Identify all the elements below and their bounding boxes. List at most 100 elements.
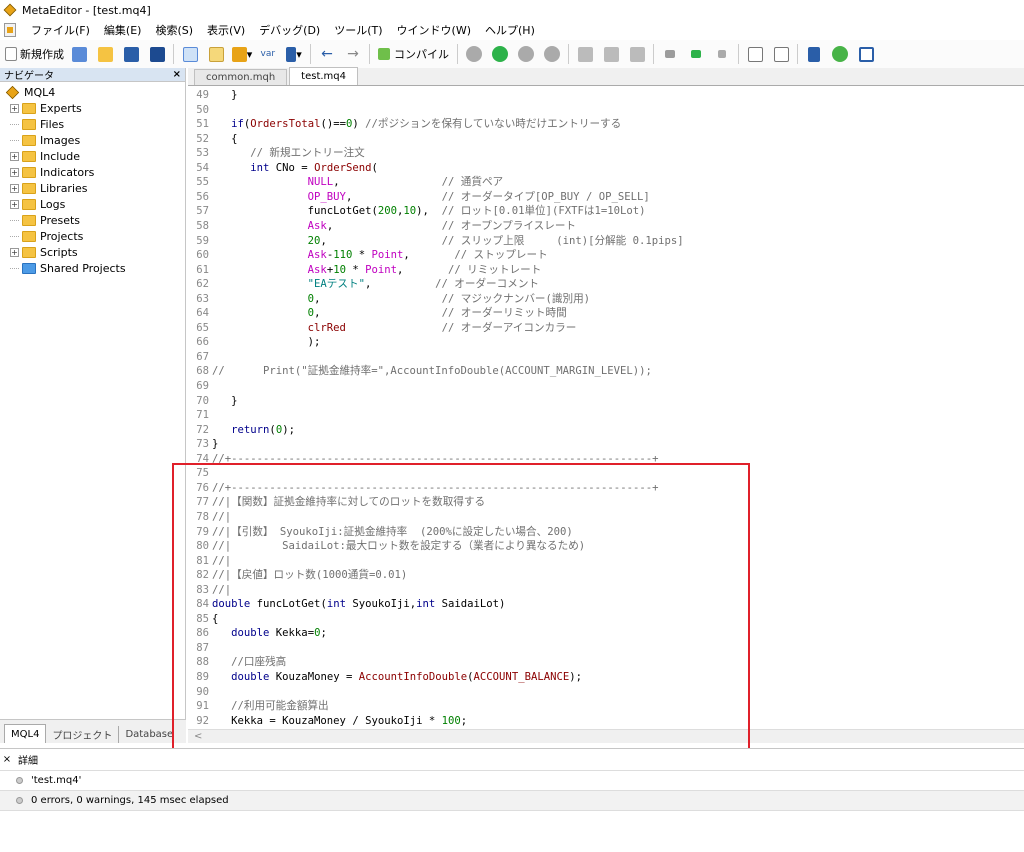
code-line[interactable]: 68// Print("証拠金維持率=",AccountInfoDouble(A… [188,364,1024,378]
code-line[interactable]: 81//| [188,554,1024,568]
menu-view[interactable]: 表示(V) [200,22,252,38]
code-line[interactable]: 77//|【関数】証拠金維持率に対してのロットを数取得する [188,495,1024,509]
code-line[interactable]: 59 20, // スリップ上限 (int)[分解能 0.1pips] [188,234,1024,248]
tree-item-presets[interactable]: Presets [0,212,185,228]
code-line[interactable]: 56 OP_BUY, // オーダータイプ[OP_BUY / OP_SELL] [188,190,1024,204]
code-line[interactable]: 65 clrRed // オーダーアイコンカラー [188,321,1024,335]
code-line[interactable]: 61 Ask+10 * Point, // リミットレート [188,263,1024,277]
code-line[interactable]: 74//+-----------------------------------… [188,452,1024,466]
code-line[interactable]: 60 Ask-110 * Point, // ストップレート [188,248,1024,262]
expand-icon[interactable]: + [10,199,19,209]
stop-profiling-button[interactable] [711,43,733,65]
code-line[interactable]: 79//|【引数】 SyoukoIji:証拠金維持率 (200%に設定したい場合… [188,525,1024,539]
toolbox-close-button[interactable]: × [0,754,14,765]
code-line[interactable]: 80//| SaidaiLot:最大ロット数を設定する（業者により異なるため) [188,539,1024,553]
message-row[interactable]: 0 errors, 0 warnings, 145 msec elapsed [0,791,1024,811]
tab-common-mqh[interactable]: common.mqh [194,69,288,85]
code-line[interactable]: 67 [188,350,1024,364]
code-line[interactable]: 89 double KouzaMoney = AccountInfoDouble… [188,670,1024,684]
code-line[interactable]: 78//| [188,510,1024,524]
code-line[interactable]: 76//+-----------------------------------… [188,481,1024,495]
document-icon[interactable] [4,23,16,37]
start-profiling-button[interactable] [659,43,681,65]
back-button[interactable]: ← [316,43,338,65]
tree-item-experts[interactable]: + Experts [0,100,185,116]
open-button[interactable] [94,43,116,65]
tree-item-shared-projects[interactable]: Shared Projects [0,260,185,276]
code-line[interactable]: 62 "EAテスト", // オーダーコメント [188,277,1024,291]
code-line[interactable]: 70 } [188,394,1024,408]
code-line[interactable]: 49 } [188,88,1024,102]
code-line[interactable]: 64 0, // オーダーリミット時間 [188,306,1024,320]
step-out-button[interactable] [626,43,648,65]
message-row[interactable]: 'test.mq4' [0,771,1024,791]
terminal-button[interactable] [855,43,877,65]
code-line[interactable]: 55 NULL, // 通貨ペア [188,175,1024,189]
code-line[interactable]: 75 [188,466,1024,480]
code-line[interactable]: 58 Ask, // オープンプライスレート [188,219,1024,233]
code-line[interactable]: 54 int CNo = OrderSend( [188,161,1024,175]
code-line[interactable]: 92 Kekka = KouzaMoney / SyoukoIji * 100; [188,714,1024,728]
navtab-projects[interactable]: プロジェクト [46,726,120,743]
debug-restart-button[interactable] [463,43,485,65]
code-line[interactable]: 72 return(0); [188,423,1024,437]
expand-icon[interactable]: + [10,151,19,161]
menu-window[interactable]: ウインドウ(W) [390,22,478,38]
tree-item-include[interactable]: + Include [0,148,185,164]
code-line[interactable]: 50 [188,103,1024,117]
menu-help[interactable]: ヘルプ(H) [478,22,542,38]
menu-debug[interactable]: デバッグ(D) [252,22,327,38]
save-button[interactable] [120,43,142,65]
expand-icon[interactable]: + [10,103,19,113]
tab-test-mq4[interactable]: test.mq4 [289,67,359,85]
step-into-button[interactable] [574,43,596,65]
tree-item-files[interactable]: Files [0,116,185,132]
menu-search[interactable]: 検索(S) [148,22,200,38]
code-line[interactable]: 82//|【戻値】ロット数(1000通貨=0.01) [188,568,1024,582]
code-line[interactable]: 90 [188,685,1024,699]
code-line[interactable]: 71 [188,408,1024,422]
code-line[interactable]: 57 funcLotGet(200,10), // ロット[0.01単位](FX… [188,204,1024,218]
new-project-button[interactable] [68,43,90,65]
code-line[interactable]: 85{ [188,612,1024,626]
tree-item-images[interactable]: Images [0,132,185,148]
code-line[interactable]: 52 { [188,132,1024,146]
tree-item-libraries[interactable]: + Libraries [0,180,185,196]
mql5-cloud-button[interactable] [829,43,851,65]
styler-button[interactable]: ▾ [231,43,253,65]
tree-item-indicators[interactable]: + Indicators [0,164,185,180]
tree-root[interactable]: MQL4 [0,84,185,100]
tree-item-projects[interactable]: Projects [0,228,185,244]
expand-icon[interactable]: + [10,247,19,257]
navtab-database[interactable]: Database [119,726,179,743]
code-line[interactable]: 66 ); [188,335,1024,349]
options-button[interactable] [803,43,825,65]
insert-variable-button[interactable]: var [257,43,279,65]
compile-button[interactable]: コンパイル [375,43,452,65]
expand-icon[interactable]: + [10,167,19,177]
menu-edit[interactable]: 編集(E) [97,22,149,38]
code-line[interactable]: 87 [188,641,1024,655]
debug-pause-button[interactable] [515,43,537,65]
toolbox-toggle-button[interactable] [205,43,227,65]
navigator-toggle-button[interactable] [179,43,201,65]
new-button[interactable]: 新規作成 [5,43,64,65]
code-line[interactable]: 69 [188,379,1024,393]
navigator-close-button[interactable]: × [173,69,181,80]
debug-stop-button[interactable] [541,43,563,65]
code-line[interactable]: 88 //口座残高 [188,655,1024,669]
code-line[interactable]: 84 double funcLotGet(int SyoukoIji,int Sa… [188,597,1024,611]
menu-file[interactable]: ファイル(F) [24,22,97,38]
save-all-button[interactable] [146,43,168,65]
navtab-mql4[interactable]: MQL4 [4,724,47,743]
start-real-data-button[interactable] [685,43,707,65]
code-line[interactable]: 91 //利用可能金額算出 [188,699,1024,713]
find-button[interactable] [770,43,792,65]
tree-item-scripts[interactable]: + Scripts [0,244,185,260]
code-line[interactable]: 86 double Kekka=0; [188,626,1024,640]
copy-button[interactable] [744,43,766,65]
menu-tools[interactable]: ツール(T) [327,22,389,38]
code-area[interactable]: 49 } 50 51 if(OrdersTotal()==0) //ポジションを保有… [188,88,1024,741]
code-line[interactable]: 63 0, // マジックナンバー(識別用) [188,292,1024,306]
insert-function-button[interactable]: ▾ [283,43,305,65]
